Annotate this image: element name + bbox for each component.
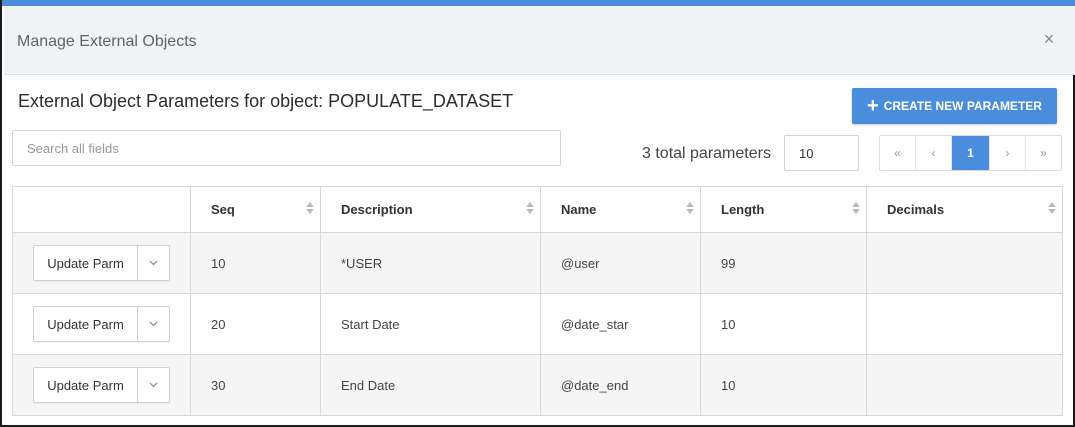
update-parm-button[interactable]: Update Parm (34, 246, 138, 280)
cell-name: @date_end (540, 354, 701, 416)
modal-header: Manage External Objects × (4, 6, 1075, 75)
cell-length: 10 (700, 354, 867, 416)
cell-name: @user (540, 232, 701, 294)
column-header-decimals[interactable]: Decimals (866, 186, 1063, 233)
table-row: Update Parm 30 End Date @date_end 10 (12, 354, 1063, 416)
modal-title: Manage External Objects (17, 33, 197, 50)
parameters-table: Seq Description Name Length Decimals Upd… (12, 186, 1063, 416)
last-page-button[interactable]: » (1026, 136, 1061, 170)
create-new-parameter-button[interactable]: + CREATE NEW PARAMETER (852, 88, 1057, 124)
chevron-down-icon[interactable] (138, 307, 169, 341)
cell-decimals (866, 354, 1063, 416)
column-header-label: Name (561, 202, 597, 217)
plus-icon: + (867, 95, 879, 117)
update-parm-split-button: Update Parm (33, 367, 170, 403)
table-row: Update Parm 20 Start Date @date_star 10 (12, 293, 1063, 355)
modal-window: Manage External Objects × External Objec… (0, 0, 1075, 427)
cell-decimals (866, 232, 1063, 294)
total-parameters-count: 3 total parameters (642, 145, 771, 162)
first-page-button[interactable]: « (880, 136, 916, 170)
chevron-down-icon[interactable] (138, 368, 169, 402)
cell-length: 99 (700, 232, 867, 294)
page-size-input[interactable] (784, 135, 859, 171)
table-row: Update Parm 10 *USER @user 99 (12, 232, 1063, 294)
cell-length: 10 (700, 293, 867, 355)
row-actions-cell: Update Parm (12, 293, 191, 355)
cell-decimals (866, 293, 1063, 355)
sort-icon[interactable] (526, 202, 534, 216)
table-header-row: Seq Description Name Length Decimals (12, 186, 1063, 233)
cell-seq: 30 (190, 354, 321, 416)
cell-description: Start Date (320, 293, 541, 355)
page-subtitle: External Object Parameters for object: P… (18, 91, 514, 111)
close-icon[interactable]: × (1040, 28, 1058, 50)
column-header-length[interactable]: Length (700, 186, 867, 233)
column-header-seq[interactable]: Seq (190, 186, 321, 233)
column-header-label: Decimals (887, 202, 945, 217)
sort-icon[interactable] (686, 202, 694, 216)
cell-seq: 20 (190, 293, 321, 355)
row-actions-cell: Update Parm (12, 232, 191, 294)
update-parm-button[interactable]: Update Parm (34, 368, 138, 402)
column-header-name[interactable]: Name (540, 186, 701, 233)
column-header-label: Length (721, 202, 765, 217)
cell-description: *USER (320, 232, 541, 294)
update-parm-split-button: Update Parm (33, 306, 170, 342)
column-header-actions (12, 186, 191, 233)
update-parm-split-button: Update Parm (33, 245, 170, 281)
cell-description: End Date (320, 354, 541, 416)
search-input[interactable] (12, 130, 561, 166)
sort-icon[interactable] (852, 202, 860, 216)
cell-seq: 10 (190, 232, 321, 294)
cell-name: @date_star (540, 293, 701, 355)
row-actions-cell: Update Parm (12, 354, 191, 416)
column-header-label: Seq (211, 202, 235, 217)
column-header-label: Description (341, 202, 413, 217)
prev-page-button[interactable]: ‹ (916, 136, 952, 170)
sort-icon[interactable] (306, 202, 314, 216)
sort-icon[interactable] (1048, 202, 1056, 216)
current-page-button[interactable]: 1 (952, 136, 990, 170)
update-parm-button[interactable]: Update Parm (34, 307, 138, 341)
next-page-button[interactable]: › (990, 136, 1026, 170)
create-button-label: CREATE NEW PARAMETER (883, 99, 1042, 113)
chevron-down-icon[interactable] (138, 246, 169, 280)
pagination: « ‹ 1 › » (879, 135, 1062, 171)
column-header-description[interactable]: Description (320, 186, 541, 233)
